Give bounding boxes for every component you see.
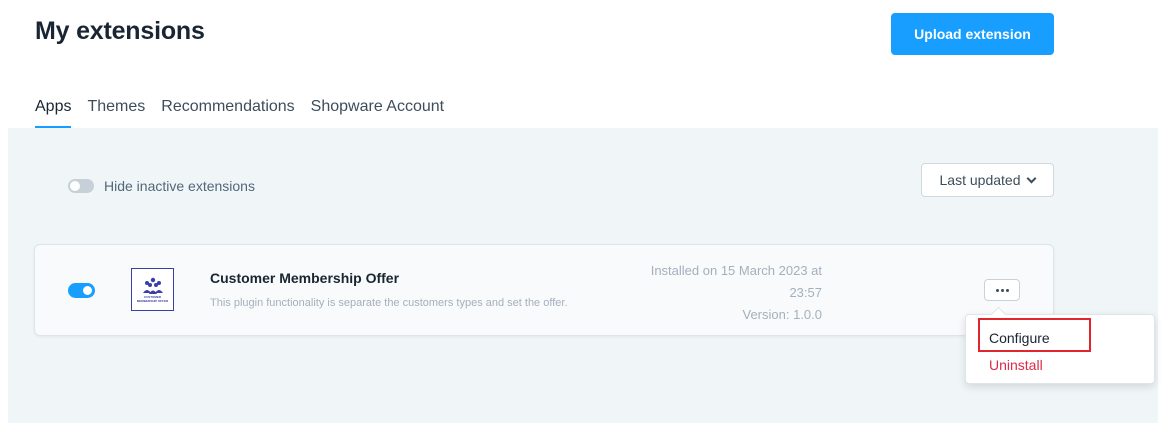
hide-inactive-toggle[interactable] [68,179,94,193]
extension-logo: CUSTOMER MEMBERSHIP OFFER [131,268,174,311]
hide-inactive-label: Hide inactive extensions [104,178,255,194]
tab-apps[interactable]: Apps [35,98,72,128]
ellipsis-icon [995,288,999,292]
extension-active-toggle[interactable] [68,283,95,298]
more-actions-button[interactable] [984,279,1020,301]
sort-dropdown[interactable]: Last updated [921,163,1054,197]
installed-date: Installed on 15 March 2023 at [650,263,822,278]
configure-highlight-box [978,318,1091,352]
page: My extensions Upload extension Apps Them… [0,0,1166,423]
extension-version: Version: 1.0.0 [742,307,823,322]
extension-card [34,244,1054,336]
sort-label: Last updated [939,172,1021,188]
page-title: My extensions [35,17,205,45]
upload-extension-button[interactable]: Upload extension [891,13,1054,55]
tab-bar: Apps Themes Recommendations Shopware Acc… [35,98,460,128]
menu-item-uninstall[interactable]: Uninstall [989,357,1043,373]
membership-people-icon [142,277,163,294]
tab-recommendations[interactable]: Recommendations [161,98,294,126]
chevron-down-icon [1027,173,1037,183]
extension-name: Customer Membership Offer [210,270,400,286]
logo-text-2: MEMBERSHIP OFFER [136,298,169,303]
extension-meta: Installed on 15 March 2023 at 23:57 Vers… [620,260,822,326]
tab-shopware-account[interactable]: Shopware Account [311,98,444,126]
extension-description: This plugin functionality is separate th… [210,297,568,309]
tab-themes[interactable]: Themes [87,98,145,126]
installed-time: 23:57 [789,285,822,300]
